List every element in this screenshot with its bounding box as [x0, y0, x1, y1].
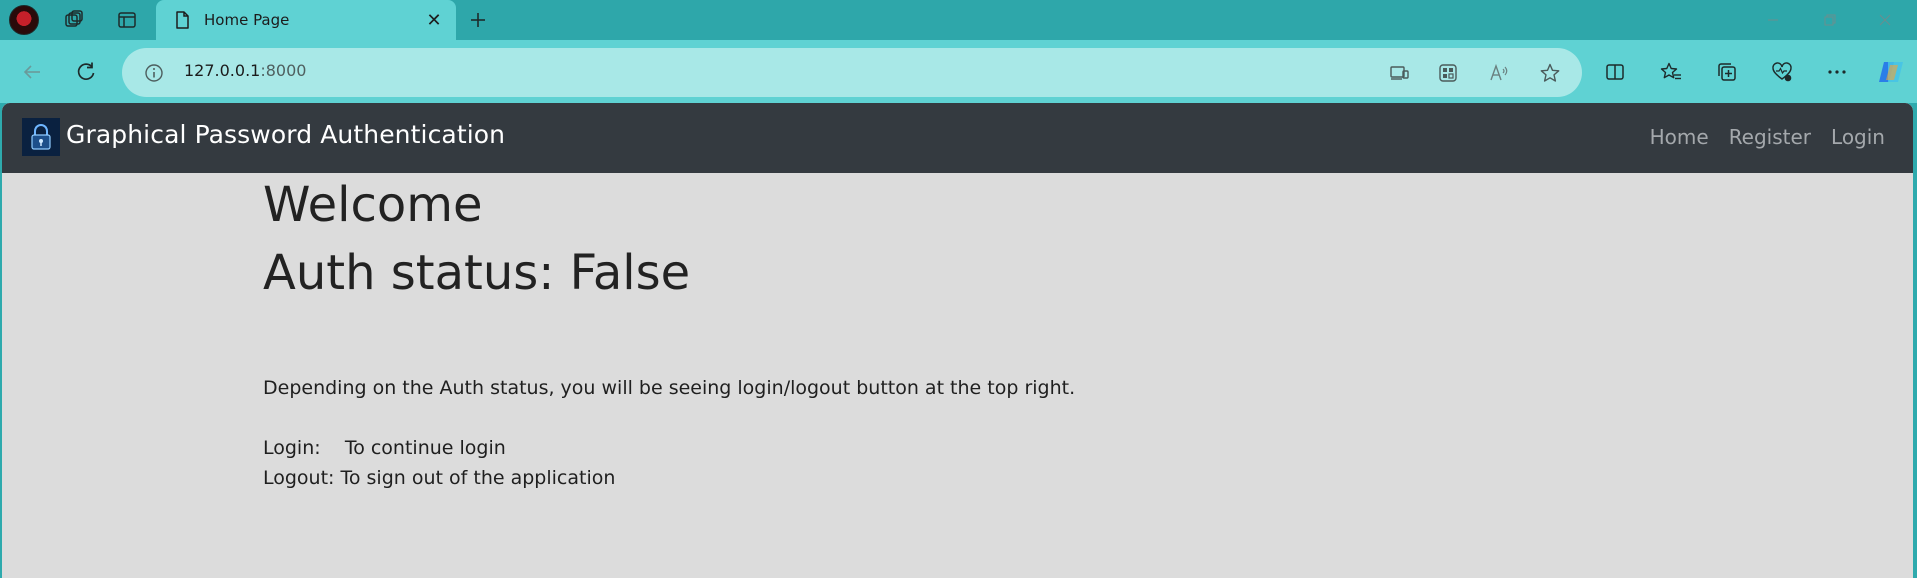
site-navbar: Graphical Password Authentication Home R…: [2, 103, 1913, 173]
site-info-button[interactable]: [142, 61, 166, 85]
collections-button[interactable]: [1710, 55, 1744, 89]
page-viewport: Graphical Password Authentication Home R…: [2, 103, 1913, 578]
restore-icon: [1824, 14, 1836, 26]
restore-button[interactable]: [1807, 0, 1853, 40]
url-port: :8000: [260, 61, 307, 80]
more-dots-icon: [1828, 70, 1846, 74]
workspaces-icon: [65, 10, 83, 27]
browser-tabstrip: Home Page ✕: [0, 0, 1917, 40]
back-arrow-icon: [23, 65, 40, 79]
auth-status-heading: Auth status: False: [263, 245, 691, 301]
browser-essentials-button[interactable]: [1765, 55, 1799, 89]
qr-icon: [1439, 64, 1457, 82]
back-button[interactable]: [14, 54, 50, 90]
vertical-tabs-icon: [118, 12, 136, 28]
welcome-heading: Welcome: [263, 177, 483, 233]
collections-icon: [1718, 63, 1736, 81]
address-bar[interactable]: 127.0.0.1:8000: [122, 48, 1582, 97]
close-icon: [1879, 14, 1891, 26]
heart-pulse-icon: [1772, 62, 1792, 82]
site-nav: Home Register Login: [1650, 125, 1885, 149]
split-screen-button[interactable]: [1598, 55, 1632, 89]
favorite-button[interactable]: [1537, 60, 1563, 86]
url-text: 127.0.0.1:8000: [184, 61, 306, 80]
favorites-icon: [1660, 62, 1681, 80]
nav-home-link[interactable]: Home: [1650, 125, 1709, 149]
tab-actions-button[interactable]: [110, 4, 144, 36]
plus-icon: [471, 13, 485, 27]
read-aloud-icon: [1490, 63, 1508, 81]
window-close-button[interactable]: [1862, 0, 1908, 40]
tab-title: Home Page: [204, 11, 290, 29]
login-help-text: Login: To continue login: [263, 437, 506, 459]
new-tab-button[interactable]: [462, 4, 494, 36]
brand-logo[interactable]: [22, 118, 60, 156]
tab-home-page[interactable]: Home Page ✕: [156, 0, 456, 40]
nav-login-link[interactable]: Login: [1831, 125, 1885, 149]
logout-help-text: Logout: To sign out of the application: [263, 467, 616, 489]
qr-code-button[interactable]: [1435, 60, 1461, 86]
app-available-button[interactable]: [1386, 60, 1412, 86]
padlock-icon: [31, 124, 51, 150]
browser-toolbar: 127.0.0.1:8000: [0, 40, 1917, 103]
star-icon: [1540, 63, 1560, 82]
workspaces-button[interactable]: [57, 4, 91, 36]
info-icon: [145, 64, 163, 82]
minimize-icon: [1768, 19, 1778, 21]
minimize-button[interactable]: [1750, 0, 1796, 40]
tab-close-icon[interactable]: ✕: [422, 8, 446, 32]
favorites-button[interactable]: [1654, 55, 1688, 89]
profile-avatar: [9, 5, 39, 35]
page-icon: [176, 11, 189, 29]
url-host: 127.0.0.1: [184, 61, 261, 80]
read-aloud-button[interactable]: [1486, 60, 1512, 86]
refresh-icon: [77, 62, 95, 80]
copilot-button[interactable]: [1874, 55, 1908, 89]
description-text: Depending on the Auth status, you will b…: [263, 377, 1076, 399]
split-screen-icon: [1606, 64, 1624, 80]
copilot-icon: [1879, 62, 1903, 82]
device-icon: [1390, 66, 1409, 80]
refresh-button[interactable]: [68, 54, 104, 90]
profile-button[interactable]: [7, 4, 41, 36]
nav-register-link[interactable]: Register: [1729, 125, 1811, 149]
brand-title[interactable]: Graphical Password Authentication: [66, 120, 505, 149]
settings-more-button[interactable]: [1820, 55, 1854, 89]
